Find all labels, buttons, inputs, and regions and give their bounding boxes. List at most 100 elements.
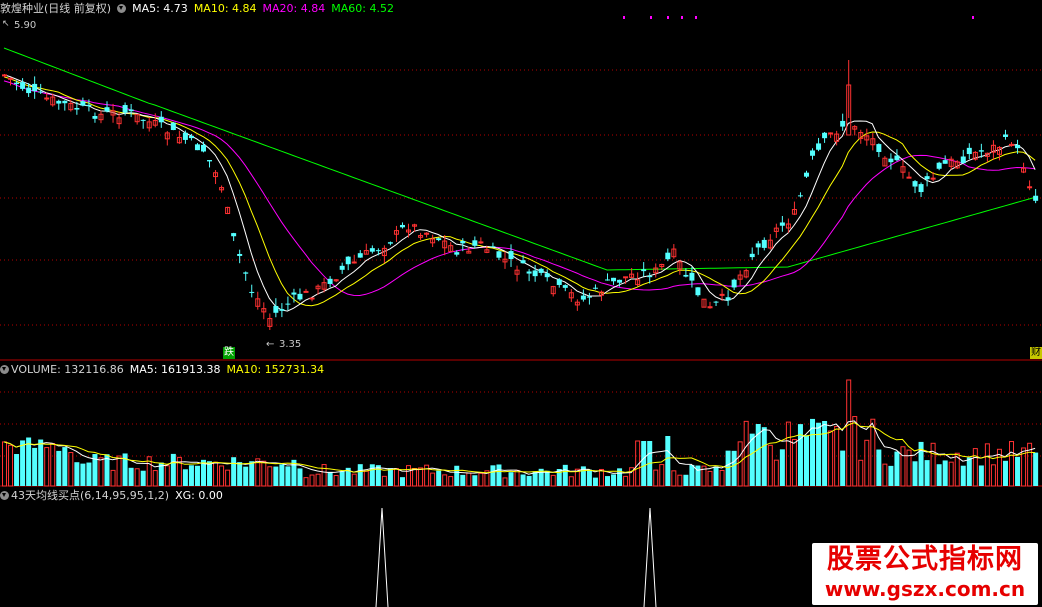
volume-bar — [44, 447, 50, 487]
volume-bar — [68, 452, 74, 487]
stock-chart[interactable] — [0, 0, 1042, 607]
candle-body — [755, 243, 761, 248]
arrow-icon: ↖ — [2, 19, 10, 29]
volume-bar — [870, 418, 876, 487]
fall-badge[interactable]: 跌 — [223, 347, 235, 359]
volume-bar — [128, 467, 134, 486]
volume-bar — [412, 467, 418, 487]
volume-bar — [219, 465, 225, 487]
volume-bar — [822, 420, 828, 486]
volume-ma10-label: MA10: 152731.34 — [226, 363, 325, 376]
volume-bar — [888, 465, 894, 486]
candle-body — [1002, 134, 1008, 137]
volume-bar — [496, 464, 502, 486]
candle-body — [605, 279, 610, 281]
volume-bar — [677, 474, 683, 487]
volume-bar — [339, 471, 345, 486]
volume-bar — [1015, 456, 1021, 486]
volume-bar — [32, 447, 38, 486]
volume-bar — [387, 468, 393, 486]
candle-body — [586, 296, 592, 298]
volume-bar — [62, 447, 68, 486]
candle-body — [761, 239, 767, 248]
volume-bar — [478, 472, 484, 487]
candle-body — [351, 261, 357, 264]
volume-bar — [2, 441, 7, 487]
volume-bar — [900, 446, 906, 487]
volume-bar — [116, 455, 122, 487]
volume-bar — [586, 469, 592, 486]
indicator-dropdown-icon[interactable] — [0, 491, 9, 500]
low-price-marker: 3.35 — [279, 339, 302, 350]
volume-bar — [797, 424, 803, 486]
volume-bar — [689, 464, 695, 486]
volume-bar — [1002, 460, 1008, 486]
ma20-line — [3, 80, 1036, 297]
volume-bar — [930, 442, 936, 487]
candle-body — [128, 109, 134, 112]
volume-bar — [14, 454, 20, 486]
volume-bar — [381, 475, 387, 487]
candle-body — [26, 87, 32, 94]
volume-dropdown-icon[interactable] — [0, 365, 9, 374]
volume-bar — [568, 476, 574, 487]
candle-body — [472, 240, 478, 246]
candle-body — [86, 104, 92, 107]
buy-signal-spike — [643, 507, 657, 607]
candle-body — [797, 195, 803, 197]
volume-bar — [671, 470, 677, 487]
candle-body — [508, 251, 514, 260]
candle-body — [665, 252, 671, 260]
candle-body — [56, 100, 62, 104]
candle-body — [345, 256, 351, 265]
volume-bar — [514, 469, 520, 487]
volume-bar — [279, 464, 285, 486]
volume-bar — [858, 459, 864, 487]
candle-body — [237, 253, 243, 256]
volume-bar — [297, 468, 303, 486]
volume-bar — [737, 441, 743, 487]
candle-body — [32, 83, 38, 92]
candle-body — [803, 172, 809, 177]
candle-body — [436, 238, 442, 241]
volume-bar — [767, 444, 773, 487]
candle-body — [188, 135, 194, 139]
indicator-legend: 43天均线买点(6,14,95,95,1,2) XG: 0.00 — [0, 488, 229, 504]
event-marker — [623, 16, 625, 19]
volume-bar — [846, 379, 852, 487]
volume-bar — [816, 422, 822, 486]
event-marker — [681, 16, 683, 19]
low-arrow-icon: ← — [266, 339, 275, 350]
candle-body — [327, 278, 333, 284]
ma60-line — [3, 47, 1036, 271]
stock-name[interactable]: 敦煌种业(日线 前复权) — [0, 2, 111, 15]
volume-bar — [550, 474, 556, 487]
candle-body — [689, 272, 695, 281]
volume-bar — [472, 475, 478, 486]
volume-bar — [50, 443, 56, 487]
volume-bar — [713, 466, 719, 486]
candle-body — [779, 222, 785, 226]
candle-body — [749, 253, 755, 258]
volume-bar — [731, 450, 737, 486]
candle-body — [894, 155, 900, 161]
finance-badge[interactable]: 财 — [1030, 347, 1042, 359]
volume-bar — [273, 466, 279, 486]
volume-bar — [20, 440, 26, 486]
candle-body — [695, 287, 701, 296]
candle-body — [357, 253, 363, 258]
volume-bar — [665, 436, 671, 486]
candle-body — [731, 279, 737, 288]
volume-bar — [972, 448, 978, 487]
volume-bar — [321, 464, 327, 487]
volume-bar — [876, 449, 882, 486]
volume-bar — [623, 475, 629, 487]
candle-body — [828, 132, 834, 135]
candle-body — [478, 241, 484, 244]
volume-bar — [966, 457, 972, 486]
volume-bar — [502, 477, 508, 487]
volume-bar — [912, 461, 918, 486]
volume-bar — [882, 463, 888, 487]
dropdown-circle-icon[interactable] — [117, 4, 127, 13]
candle-body — [592, 287, 598, 289]
